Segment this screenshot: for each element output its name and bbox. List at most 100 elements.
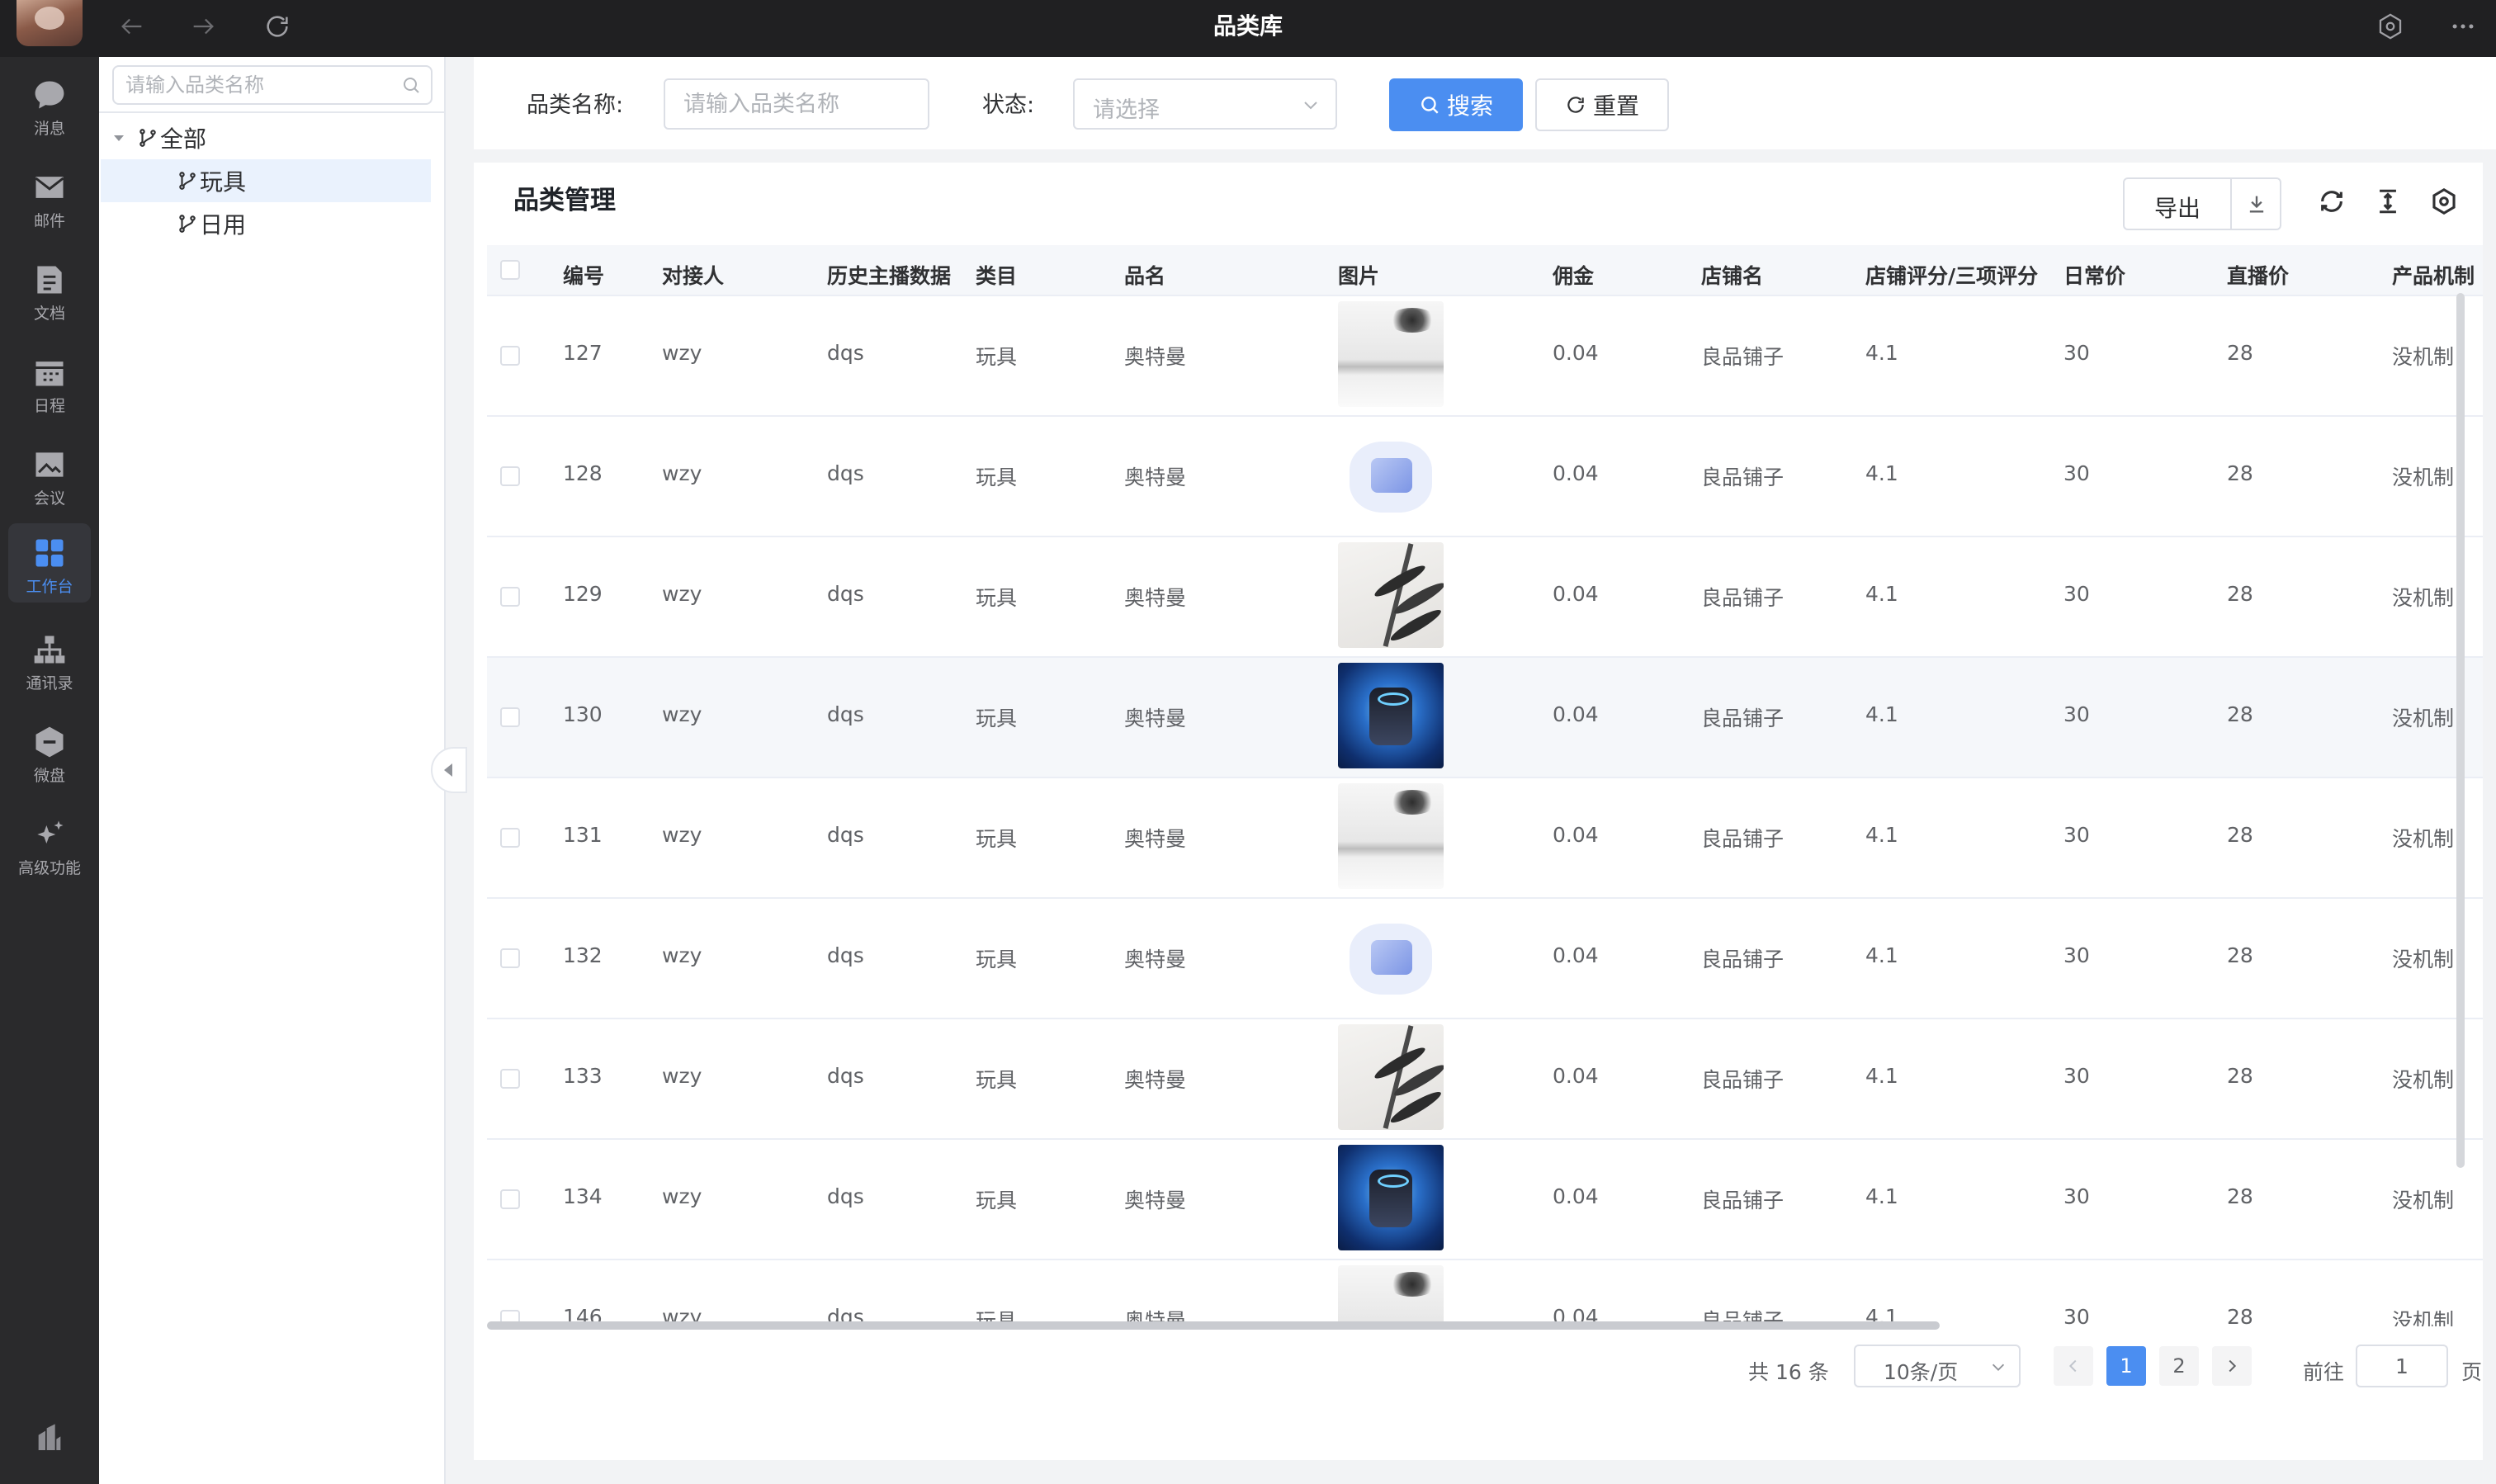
product-thumbnail-smart-speaker[interactable]	[1338, 1145, 1444, 1250]
caret-down-icon[interactable]	[109, 128, 129, 148]
more-dots-icon[interactable]	[2443, 7, 2483, 46]
column-header-daily-price[interactable]: 日常价	[2063, 260, 2125, 290]
title-bar: 品类库	[0, 0, 2496, 57]
column-header-rating[interactable]: 店铺评分/三项评分	[1865, 260, 2038, 290]
nav-item-workbench[interactable]: 工作台	[8, 523, 91, 603]
tree-node-toys[interactable]: 玩具	[101, 159, 431, 202]
divider	[2230, 179, 2232, 229]
table-row[interactable]: 134 wzy dqs 玩具 奥特曼 0.04 良品铺子 4.1 30 28 没…	[487, 1140, 2483, 1260]
tree-search-input[interactable]	[125, 67, 390, 103]
cell-daily-price: 30	[2063, 1064, 2090, 1088]
row-checkbox[interactable]	[500, 1069, 520, 1089]
reset-button[interactable]: 重置	[1535, 78, 1669, 131]
prev-page-button[interactable]	[2054, 1346, 2093, 1386]
settings-gear-icon[interactable]	[2430, 187, 2458, 215]
table-row[interactable]: 146 wzy dqs 玩具 奥特曼 0.04 良品铺子 4.1 30 28 没…	[487, 1260, 2483, 1326]
table-row[interactable]: 132 wzy dqs 玩具 奥特曼 0.04 良品铺子 4.1 30 28 没…	[487, 899, 2483, 1019]
cell-history: dqs	[827, 582, 864, 606]
product-thumbnail-placeholder-box[interactable]	[1338, 904, 1444, 1009]
page-size-select[interactable]: 10条/页	[1854, 1345, 2021, 1387]
refresh-icon[interactable]	[2318, 187, 2346, 215]
back-arrow-icon[interactable]	[112, 7, 152, 46]
avatar[interactable]	[17, 0, 83, 46]
column-header-history[interactable]: 历史主播数据	[827, 260, 951, 290]
cell-mechanism: 没机制	[2392, 466, 2455, 489]
column-header-name[interactable]: 品名	[1124, 260, 1165, 290]
nav-item-docs[interactable]: 文档	[8, 250, 91, 329]
nav-item-drive[interactable]: 微盘	[8, 712, 91, 792]
product-thumbnail-placeholder-box[interactable]	[1338, 422, 1444, 527]
cell-rating: 4.1	[1865, 823, 1898, 847]
table-row[interactable]: 129 wzy dqs 玩具 奥特曼 0.04 良品铺子 4.1 30 28 没…	[487, 537, 2483, 658]
product-thumbnail-bamboo-painting[interactable]	[1338, 542, 1444, 648]
tree-node-label: 全部	[160, 125, 207, 153]
refresh-icon[interactable]	[258, 7, 297, 46]
nav-item-calendar[interactable]: 日程	[8, 343, 91, 422]
cell-contact: wzy	[662, 582, 702, 606]
table-row[interactable]: 128 wzy dqs 玩具 奥特曼 0.04 良品铺子 4.1 30 28 没…	[487, 417, 2483, 537]
tree-node-all[interactable]: 全部	[101, 116, 431, 159]
product-thumbnail-ink-landscape[interactable]	[1338, 1265, 1444, 1326]
cell-commission: 0.04	[1553, 341, 1599, 365]
column-header-live-price[interactable]: 直播价	[2227, 260, 2289, 290]
row-checkbox[interactable]	[500, 707, 520, 727]
table-row[interactable]: 127 wzy dqs 玩具 奥特曼 0.04 良品铺子 4.1 30 28 没…	[487, 296, 2483, 417]
table-row[interactable]: 130 wzy dqs 玩具 奥特曼 0.04 良品铺子 4.1 30 28 没…	[487, 658, 2483, 778]
nav-item-advanced[interactable]: 高级功能	[8, 805, 91, 884]
settings-hexagon-icon[interactable]	[2371, 7, 2410, 46]
nav-item-meeting[interactable]: 会议	[8, 435, 91, 514]
download-icon[interactable]	[2245, 192, 2268, 215]
product-thumbnail-bamboo-painting[interactable]	[1338, 1024, 1444, 1130]
calendar-icon	[35, 362, 64, 386]
cell-contact: wzy	[662, 1064, 702, 1088]
tree-node-daily[interactable]: 日用	[101, 202, 431, 245]
horizontal-scrollbar[interactable]	[487, 1321, 1940, 1330]
page-button-1[interactable]: 1	[2106, 1346, 2146, 1386]
home-icon[interactable]	[33, 1421, 66, 1454]
cell-id: 129	[563, 582, 603, 606]
row-checkbox[interactable]	[500, 1189, 520, 1209]
row-checkbox[interactable]	[500, 466, 520, 486]
row-checkbox[interactable]	[500, 346, 520, 366]
filter-bar: 品类名称: 状态: 请选择 搜索 重置	[474, 57, 2496, 149]
select-all-checkbox[interactable]	[500, 260, 520, 280]
reset-icon	[1567, 97, 1584, 113]
table-row[interactable]: 131 wzy dqs 玩具 奥特曼 0.04 良品铺子 4.1 30 28 没…	[487, 778, 2483, 899]
column-header-shop[interactable]: 店铺名	[1701, 260, 1763, 290]
nav-label: 会议	[33, 489, 65, 508]
column-header-contact[interactable]: 对接人	[662, 260, 724, 290]
row-checkbox[interactable]	[500, 828, 520, 848]
product-thumbnail-ink-landscape[interactable]	[1338, 301, 1444, 407]
cell-commission: 0.04	[1553, 702, 1599, 726]
row-checkbox[interactable]	[500, 948, 520, 968]
row-checkbox[interactable]	[500, 587, 520, 607]
nav-item-contacts[interactable]: 通讯录	[8, 620, 91, 699]
forward-arrow-icon[interactable]	[183, 7, 223, 46]
vertical-scrollbar[interactable]	[2456, 293, 2465, 1168]
cell-shop: 良品铺子	[1701, 1189, 1785, 1212]
column-header-mechanism[interactable]: 产品机制	[2392, 260, 2475, 290]
nav-item-messages[interactable]: 消息	[8, 65, 91, 144]
product-thumbnail-smart-speaker[interactable]	[1338, 663, 1444, 768]
cell-history: dqs	[827, 943, 864, 967]
export-button[interactable]: 导出	[2123, 177, 2281, 230]
cell-name: 奥特曼	[1124, 345, 1187, 369]
next-page-button[interactable]	[2212, 1346, 2252, 1386]
cell-id: 128	[563, 461, 603, 485]
column-height-icon[interactable]	[2374, 187, 2402, 215]
search-button[interactable]: 搜索	[1389, 78, 1523, 131]
column-header-id[interactable]: 编号	[563, 260, 604, 290]
search-icon[interactable]	[401, 75, 421, 95]
cell-history: dqs	[827, 1064, 864, 1088]
page-button-2[interactable]: 2	[2159, 1346, 2199, 1386]
column-header-category[interactable]: 类目	[976, 260, 1017, 290]
chat-bubble-icon	[35, 81, 64, 109]
nav-item-mail[interactable]: 邮件	[8, 158, 91, 237]
name-filter-input[interactable]	[665, 80, 928, 128]
column-header-commission[interactable]: 佣金	[1553, 260, 1594, 290]
goto-page-input[interactable]	[2357, 1346, 2446, 1386]
table-row[interactable]: 133 wzy dqs 玩具 奥特曼 0.04 良品铺子 4.1 30 28 没…	[487, 1019, 2483, 1140]
column-header-image[interactable]: 图片	[1338, 260, 1379, 290]
product-thumbnail-ink-landscape[interactable]	[1338, 783, 1444, 889]
status-select[interactable]: 请选择	[1073, 78, 1337, 130]
